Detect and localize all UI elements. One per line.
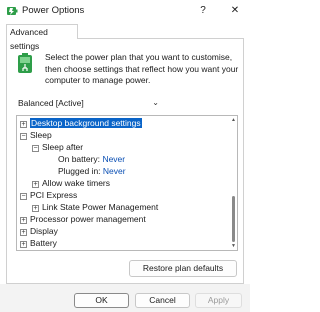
expand-icon[interactable]: + bbox=[20, 121, 27, 128]
power-options-icon bbox=[6, 5, 18, 17]
window-title: Power Options bbox=[22, 5, 85, 16]
tree-item-battery[interactable]: + Battery bbox=[20, 238, 57, 249]
restore-plan-defaults-button[interactable]: Restore plan defaults bbox=[129, 260, 237, 277]
tree-item-label: Link State Power Management bbox=[42, 202, 159, 212]
plugged-in-value[interactable]: Never bbox=[103, 166, 126, 176]
apply-button: Apply bbox=[195, 293, 242, 308]
collapse-icon[interactable]: − bbox=[20, 133, 27, 140]
on-battery-value[interactable]: Never bbox=[102, 154, 125, 164]
dialog-footer: OK Cancel Apply bbox=[0, 284, 250, 312]
tree-item-on-battery[interactable]: On battery: Never bbox=[58, 154, 125, 165]
title-bar: Power Options ? ✕ bbox=[0, 0, 250, 22]
tree-item-sleep[interactable]: − Sleep bbox=[20, 130, 52, 141]
tree-item-pci-express[interactable]: − PCI Express bbox=[20, 190, 77, 201]
scroll-down-icon[interactable]: ▼ bbox=[231, 243, 236, 249]
cancel-button[interactable]: Cancel bbox=[135, 293, 190, 308]
tab-advanced-settings[interactable]: Advanced settings bbox=[6, 24, 78, 51]
expand-icon[interactable]: + bbox=[20, 217, 27, 224]
tree-item-label: Processor power management bbox=[30, 214, 146, 224]
power-plan-value: Balanced [Active] bbox=[18, 98, 84, 108]
tree-item-sleep-after[interactable]: − Sleep after bbox=[32, 142, 83, 153]
chevron-down-icon: ⌄ bbox=[152, 98, 159, 107]
tree-item-display[interactable]: + Display bbox=[20, 226, 58, 237]
expand-icon[interactable]: + bbox=[32, 181, 39, 188]
help-button[interactable]: ? bbox=[196, 2, 210, 20]
tree-item-label: Sleep after bbox=[42, 142, 84, 152]
tree-item-desktop-background[interactable]: + Desktop background settings bbox=[20, 118, 142, 129]
expand-icon[interactable]: + bbox=[20, 229, 27, 236]
tree-item-label: Desktop background settings bbox=[30, 118, 142, 128]
ok-button[interactable]: OK bbox=[74, 293, 129, 308]
power-plan-select[interactable]: Balanced [Active] ⌄ bbox=[16, 96, 162, 110]
collapse-icon[interactable]: − bbox=[32, 145, 39, 152]
settings-panel: Select the power plan that you want to c… bbox=[6, 38, 244, 284]
tree-item-label: Plugged in: bbox=[58, 166, 101, 176]
tree-scrollbar[interactable]: ▲ ▼ bbox=[231, 117, 236, 249]
scrollbar-thumb[interactable] bbox=[232, 196, 235, 242]
close-button[interactable]: ✕ bbox=[228, 2, 242, 20]
tree-item-label: Allow wake timers bbox=[42, 178, 111, 188]
tree-item-plugged-in[interactable]: Plugged in: Never bbox=[58, 166, 126, 177]
settings-tree[interactable]: + Desktop background settings − Sleep − Sle… bbox=[16, 115, 238, 251]
tree-item-label: Sleep bbox=[30, 130, 52, 140]
expand-icon[interactable]: + bbox=[32, 205, 39, 212]
intro-text: Select the power plan that you want to c… bbox=[45, 52, 239, 85]
tree-item-link-state-power[interactable]: + Link State Power Management bbox=[32, 202, 158, 213]
tree-item-label: On battery: bbox=[58, 154, 101, 164]
tree-item-processor-power[interactable]: + Processor power management bbox=[20, 214, 146, 225]
scroll-up-icon[interactable]: ▲ bbox=[231, 117, 236, 123]
collapse-icon[interactable]: − bbox=[20, 193, 27, 200]
tree-item-allow-wake-timers[interactable]: + Allow wake timers bbox=[32, 178, 110, 189]
tree-item-label: PCI Express bbox=[30, 190, 78, 200]
tree-item-label: Display bbox=[30, 226, 58, 236]
battery-plug-icon bbox=[16, 52, 36, 76]
expand-icon[interactable]: + bbox=[20, 241, 27, 248]
tree-item-label: Battery bbox=[30, 238, 57, 248]
